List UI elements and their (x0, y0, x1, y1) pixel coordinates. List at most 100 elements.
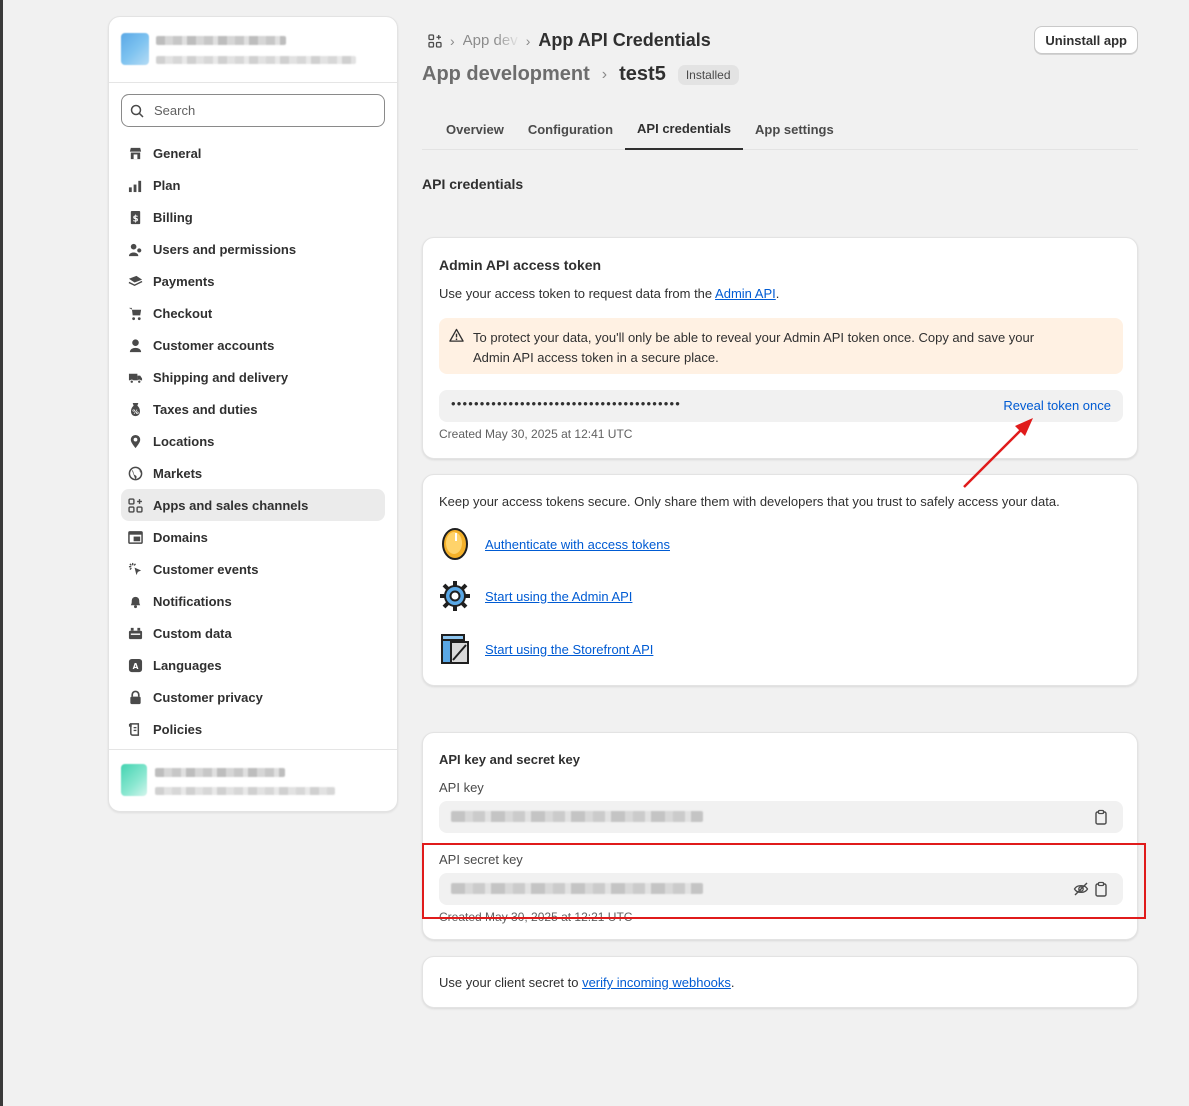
page-title: App development › test5 Installed (422, 63, 739, 86)
warning-banner: To protect your data, you'll only be abl… (439, 318, 1123, 374)
security-intro: Keep your access tokens secure. Only sha… (439, 494, 1060, 509)
account-name-redacted (155, 768, 285, 777)
sidebar-item-customer-accounts[interactable]: Customer accounts (121, 329, 385, 361)
sidebar-item-policies[interactable]: Policies (121, 713, 385, 745)
description-text: Use your access token to request data fr… (439, 286, 716, 301)
sidebar-item-label: Languages (153, 657, 222, 673)
apps-icon (127, 497, 143, 513)
sidebar-item-checkout[interactable]: Checkout (121, 297, 385, 329)
lock-icon (127, 689, 143, 705)
account-email-redacted (155, 787, 335, 795)
warning-text-line2: Admin API access token in a secure place… (473, 350, 719, 365)
sidebar-item-label: Payments (153, 273, 215, 289)
admin-api-link[interactable]: Admin API (715, 286, 776, 301)
breadcrumb-app-dev[interactable]: App dev (463, 32, 518, 49)
chevron-right-icon: › (525, 32, 531, 49)
verify-webhooks-link[interactable]: verify incoming webhooks (582, 975, 731, 990)
sidebar-item-markets[interactable]: Markets (121, 457, 385, 489)
sidebar-item-customer-privacy[interactable]: Customer privacy (121, 681, 385, 713)
section-title: API credentials (422, 176, 524, 192)
sidebar-item-taxes-and-duties[interactable]: % Taxes and duties (121, 393, 385, 425)
tab-app-settings[interactable]: App settings (743, 108, 846, 150)
sidebar-item-locations[interactable]: Locations (121, 425, 385, 457)
bell-icon (127, 593, 143, 609)
api-key-redacted (451, 811, 703, 822)
search-input[interactable] (154, 103, 354, 118)
tab-overview[interactable]: Overview (434, 108, 516, 150)
custom-data-icon (127, 625, 143, 641)
clipboard-icon[interactable] (1093, 809, 1109, 825)
sidebar-item-label: Checkout (153, 305, 213, 321)
chevron-right-icon: › (601, 65, 608, 83)
warning-icon (449, 328, 464, 342)
sidebar-item-users-and-permissions[interactable]: Users and permissions (121, 233, 385, 265)
admin-api-start-link[interactable]: Start using the Admin API (485, 589, 632, 604)
sidebar-item-label: Markets (153, 465, 203, 481)
cursor-icon (127, 561, 143, 577)
resource-row: Start using the Admin API (439, 580, 632, 612)
gear-icon (440, 581, 470, 611)
uninstall-app-button[interactable]: Uninstall app (1034, 26, 1138, 54)
security-tips-card: Keep your access tokens secure. Only sha… (422, 474, 1138, 686)
clipboard-icon[interactable] (1093, 881, 1109, 897)
svg-text:%: % (132, 408, 139, 416)
keys-created-date: Created May 30, 2025 at 12:21 UTC (439, 910, 633, 924)
account-switcher[interactable] (109, 749, 397, 811)
sidebar-item-domains[interactable]: Domains (121, 521, 385, 553)
sidebar-item-label: Customer events (153, 561, 259, 577)
store-icon (127, 145, 143, 161)
sidebar-item-general[interactable]: General (121, 137, 385, 169)
sidebar-item-label: Taxes and duties (153, 401, 258, 417)
language-icon: A (127, 657, 143, 673)
storefront-icon (441, 634, 469, 664)
tab-configuration[interactable]: Configuration (516, 108, 625, 150)
title-parent-link[interactable]: App development (422, 63, 590, 86)
api-secret-label: API secret key (439, 852, 523, 867)
chart-icon (127, 177, 143, 193)
cart-icon (127, 305, 143, 321)
card-title: API key and secret key (439, 752, 580, 767)
api-secret-redacted (451, 883, 703, 894)
users-icon (127, 241, 143, 257)
store-url-redacted (156, 56, 356, 64)
chevron-right-icon: › (450, 32, 455, 49)
sidebar-item-label: Plan (153, 177, 181, 193)
resource-row: Authenticate with access tokens (439, 527, 670, 561)
resource-row: Start using the Storefront API (439, 632, 653, 666)
webhook-prefix: Use your client secret to (439, 975, 583, 990)
tab-api-credentials[interactable]: API credentials (625, 108, 743, 150)
storefront-api-start-link[interactable]: Start using the Storefront API (485, 642, 653, 657)
sidebar-item-customer-events[interactable]: Customer events (121, 553, 385, 585)
authenticate-tokens-link[interactable]: Authenticate with access tokens (485, 537, 670, 552)
sidebar-item-apps-and-sales-channels[interactable]: Apps and sales channels (121, 489, 385, 521)
sidebar-item-label: Customer accounts (153, 337, 275, 353)
apps-icon[interactable] (428, 33, 442, 48)
sidebar-item-label: Customer privacy (153, 689, 263, 705)
store-switcher[interactable] (109, 17, 397, 83)
sidebar-item-label: Notifications (153, 593, 232, 609)
search-icon (130, 104, 144, 118)
admin-token-card: Admin API access token Use your access t… (422, 237, 1138, 459)
sidebar-item-shipping-and-delivery[interactable]: Shipping and delivery (121, 361, 385, 393)
warning-text-line1: To protect your data, you'll only be abl… (473, 330, 1035, 345)
webhook-text: Use your client secret to verify incomin… (439, 975, 735, 990)
api-secret-field[interactable] (439, 873, 1123, 905)
eye-slash-icon[interactable] (1073, 881, 1089, 897)
sidebar-item-payments[interactable]: Payments (121, 265, 385, 297)
domains-icon (127, 529, 143, 545)
svg-text:$: $ (132, 213, 138, 223)
sidebar-item-custom-data[interactable]: Custom data (121, 617, 385, 649)
token-coin-icon (442, 528, 468, 560)
billing-icon: $ (127, 209, 143, 225)
api-key-field[interactable] (439, 801, 1123, 833)
window-edge (0, 0, 3, 1106)
sidebar-item-languages[interactable]: A Languages (121, 649, 385, 681)
sidebar-item-label: Shipping and delivery (153, 369, 289, 385)
sidebar-item-notifications[interactable]: Notifications (121, 585, 385, 617)
search-field[interactable] (121, 94, 385, 127)
truck-icon (127, 369, 143, 385)
sidebar-item-billing[interactable]: $ Billing (121, 201, 385, 233)
reveal-token-button[interactable]: Reveal token once (1003, 398, 1111, 413)
breadcrumb-current: App API Credentials (538, 30, 711, 50)
sidebar-item-plan[interactable]: Plan (121, 169, 385, 201)
